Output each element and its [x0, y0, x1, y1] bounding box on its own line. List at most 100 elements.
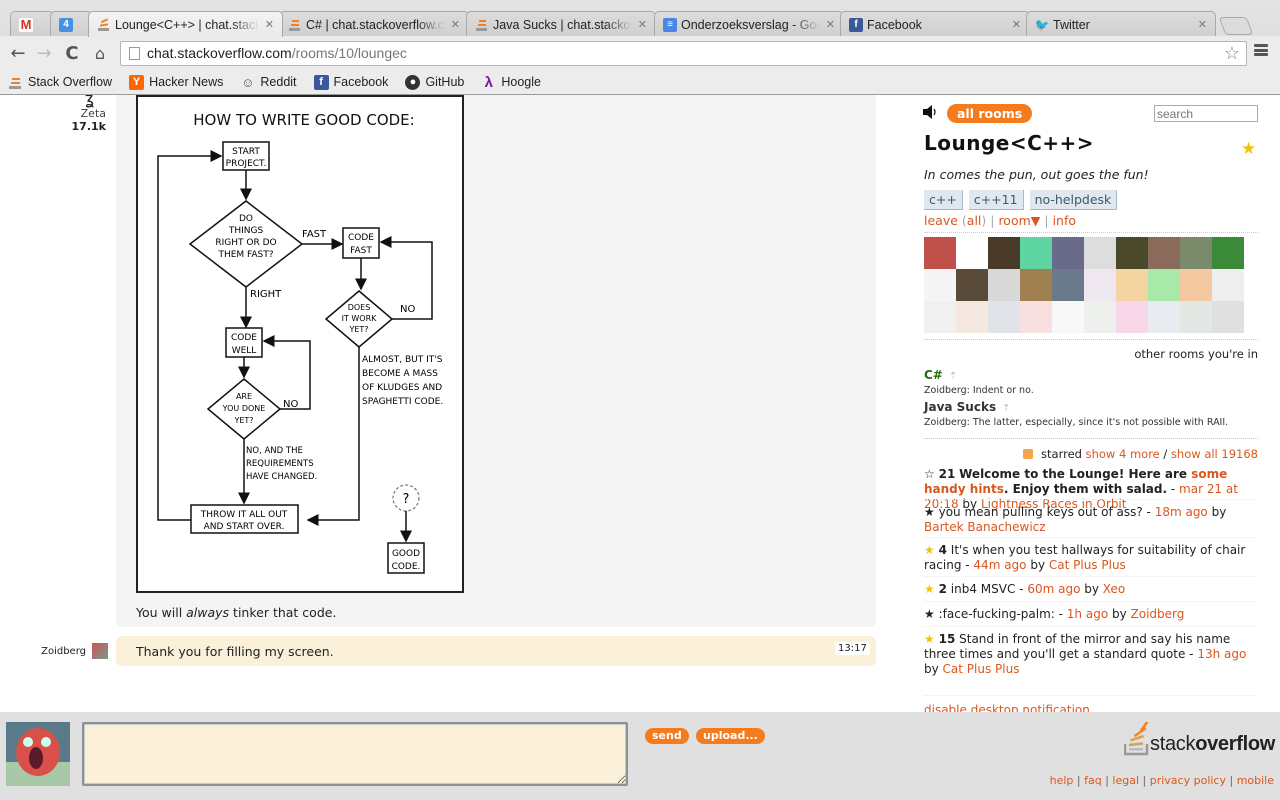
search-input[interactable] — [1154, 105, 1258, 122]
starred-message[interactable]: ★ you mean pulling keys out of ass? - 18… — [924, 505, 1258, 535]
starred-author-link[interactable]: Bartek Banachewicz — [924, 520, 1046, 534]
user-avatar[interactable] — [1052, 269, 1084, 301]
all-rooms-button[interactable]: all rooms — [947, 104, 1033, 123]
back-button[interactable]: ← — [8, 43, 28, 64]
privacy-policy-link[interactable]: privacy policy — [1150, 774, 1226, 787]
tab-facebook[interactable]: f Facebook ✕ — [840, 11, 1030, 37]
user-avatar[interactable] — [1212, 237, 1244, 269]
user-avatar[interactable] — [956, 237, 988, 269]
star-icon[interactable]: ★ — [924, 607, 935, 621]
user-avatar[interactable] — [1180, 301, 1212, 333]
user-avatar[interactable] — [924, 269, 956, 301]
leave-link[interactable]: leave — [924, 213, 958, 228]
show-all-link[interactable]: show all 19168 — [1171, 447, 1258, 461]
leave-room-icon[interactable]: ⇡ — [949, 371, 957, 382]
info-link[interactable]: info — [1053, 213, 1076, 228]
tab-lounge[interactable]: Lounge<C++> | chat.stackoverflow.com ✕ — [88, 11, 283, 37]
address-bar[interactable]: chat.stackoverflow.com/rooms/10/loungec … — [120, 41, 1247, 66]
star-icon[interactable]: ☆ — [924, 467, 935, 481]
user-avatar[interactable] — [1180, 237, 1212, 269]
user-avatar[interactable] — [1212, 269, 1244, 301]
help-link[interactable]: help — [1050, 774, 1074, 787]
username[interactable]: Zeta — [40, 107, 106, 120]
legal-link[interactable]: legal — [1112, 774, 1139, 787]
bookmark-hoogle[interactable]: λ Hoogle — [481, 74, 541, 91]
starred-author-link[interactable]: Cat Plus Plus — [943, 662, 1020, 676]
close-icon[interactable]: ✕ — [451, 18, 460, 31]
tab-calendar[interactable]: 4 — [50, 11, 92, 37]
user-avatar[interactable] — [1052, 237, 1084, 269]
close-icon[interactable]: ✕ — [265, 18, 274, 31]
bookmark-reddit[interactable]: ☺ Reddit — [240, 75, 296, 90]
comic-image[interactable]: HOW TO WRITE GOOD CODE: START PROJECT. D… — [136, 95, 464, 593]
close-icon[interactable]: ✕ — [826, 18, 835, 31]
home-button[interactable]: ⌂ — [90, 43, 110, 63]
message-timestamp[interactable]: 13:17 — [835, 642, 870, 655]
starred-time-link[interactable]: 44m ago — [973, 558, 1026, 572]
bookmark-star-icon[interactable]: ☆ — [1224, 42, 1240, 65]
starred-time-link[interactable]: 13h ago — [1197, 647, 1246, 661]
rss-icon[interactable] — [1023, 449, 1034, 459]
tab-java-sucks[interactable]: Java Sucks | chat.stackoverflow.com ✕ — [466, 11, 656, 37]
user-avatar[interactable] — [988, 237, 1020, 269]
tab-csharp[interactable]: C# | chat.stackoverflow.com ✕ — [279, 11, 469, 37]
bookmark-stack-overflow[interactable]: Stack Overflow — [8, 75, 112, 90]
username[interactable]: Zoidberg — [41, 646, 86, 657]
user-avatar[interactable] — [1116, 237, 1148, 269]
leave-room-icon[interactable]: ⇡ — [1002, 403, 1010, 414]
user-signature-zoidberg[interactable]: Zoidberg — [20, 643, 108, 659]
star-icon[interactable]: ★ — [924, 582, 935, 596]
new-tab-button[interactable] — [1218, 17, 1254, 35]
user-avatar[interactable] — [1116, 301, 1148, 333]
tag[interactable]: c++ — [924, 190, 963, 210]
close-icon[interactable]: ✕ — [1012, 18, 1021, 31]
user-avatar[interactable] — [1148, 237, 1180, 269]
user-avatar[interactable] — [1180, 269, 1212, 301]
tag[interactable]: no-helpdesk — [1029, 190, 1118, 210]
user-avatar[interactable] — [1084, 301, 1116, 333]
other-room-java-sucks[interactable]: Java Sucks ⇡ — [924, 400, 1010, 414]
forward-button[interactable]: → — [34, 43, 54, 64]
user-avatar[interactable] — [1084, 269, 1116, 301]
avatar[interactable]: ʓ — [40, 91, 106, 107]
show-more-link[interactable]: show 4 more — [1086, 447, 1160, 461]
user-avatar[interactable] — [924, 237, 956, 269]
starred-message[interactable]: ★ :face-fucking-palm: - 1h ago by Zoidbe… — [924, 607, 1258, 622]
starred-message[interactable]: ★ 15 Stand in front of the mirror and sa… — [924, 632, 1258, 677]
tab-gmail[interactable]: M — [10, 11, 54, 37]
upload-button[interactable]: upload... — [696, 728, 765, 744]
tab-twitter[interactable]: 🐦 Twitter ✕ — [1026, 11, 1216, 37]
faq-link[interactable]: faq — [1084, 774, 1102, 787]
user-avatar[interactable] — [988, 269, 1020, 301]
avatar[interactable] — [92, 643, 108, 659]
user-avatar[interactable] — [956, 301, 988, 333]
chat-message-input[interactable] — [82, 722, 628, 786]
tag[interactable]: c++11 — [968, 190, 1024, 210]
star-icon[interactable]: ★ — [924, 543, 935, 557]
user-avatar[interactable] — [1148, 301, 1180, 333]
mobile-link[interactable]: mobile — [1237, 774, 1274, 787]
bookmark-facebook[interactable]: f Facebook — [313, 74, 388, 90]
starred-time-link[interactable]: 1h ago — [1067, 607, 1108, 621]
starred-message[interactable]: ★ 2 inb4 MSVC - 60m ago by Xeo — [924, 582, 1258, 597]
user-avatar[interactable] — [1020, 237, 1052, 269]
reload-button[interactable]: C — [62, 43, 82, 64]
tab-google-docs[interactable]: ≡ Onderzoeksverslag - Google Docs ✕ — [654, 11, 844, 37]
room-name[interactable]: Java Sucks — [924, 400, 996, 414]
leave-all-link[interactable]: all — [967, 213, 982, 228]
star-icon[interactable]: ★ — [924, 632, 935, 646]
send-button[interactable]: send — [645, 728, 689, 744]
my-avatar[interactable] — [6, 722, 70, 786]
user-avatar[interactable] — [1020, 301, 1052, 333]
user-avatar[interactable] — [956, 269, 988, 301]
user-avatar[interactable] — [1148, 269, 1180, 301]
starred-author-link[interactable]: Zoidberg — [1131, 607, 1185, 621]
user-avatar[interactable] — [1084, 237, 1116, 269]
user-avatar[interactable] — [1212, 301, 1244, 333]
close-icon[interactable]: ✕ — [638, 18, 647, 31]
user-avatar[interactable] — [924, 301, 956, 333]
starred-time-link[interactable]: 18m ago — [1155, 505, 1208, 519]
menu-icon[interactable] — [1254, 42, 1268, 58]
stackoverflow-logo[interactable]: stackoverflow — [1124, 722, 1275, 756]
user-avatar[interactable] — [1116, 269, 1148, 301]
